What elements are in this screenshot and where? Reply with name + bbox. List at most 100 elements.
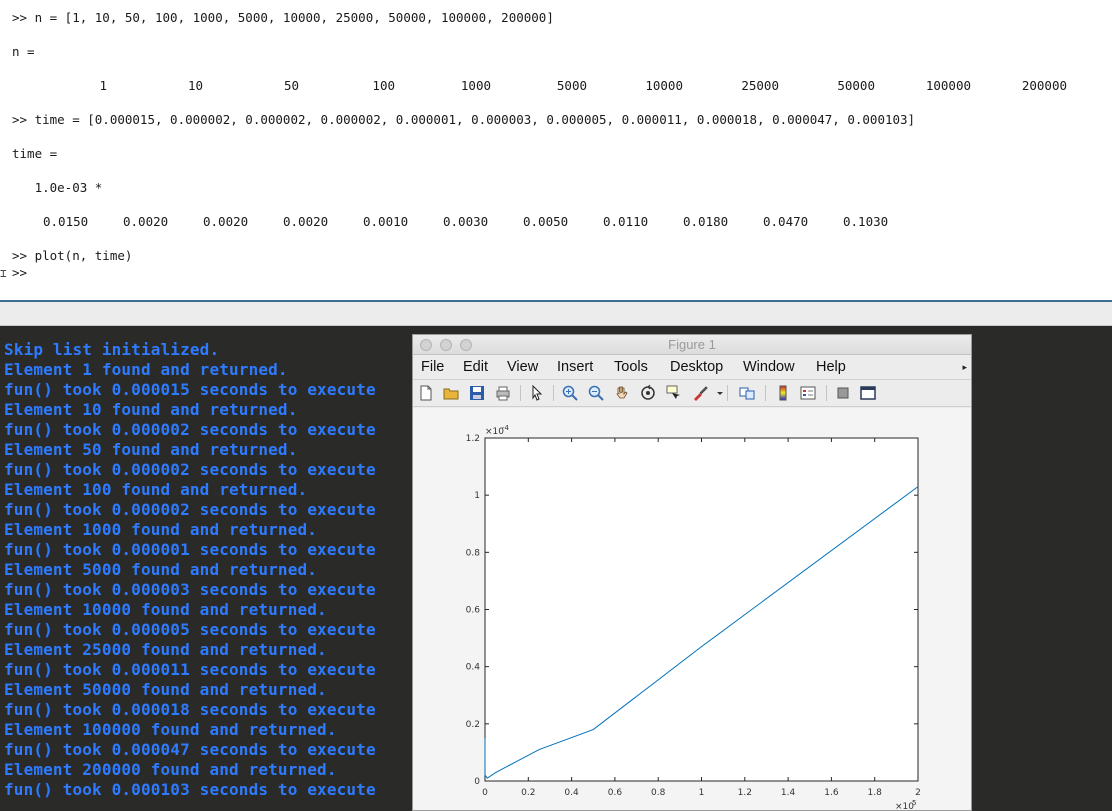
console-scale-factor: 1.0e-03 * <box>12 180 103 195</box>
data-cursor-icon[interactable] <box>665 384 683 402</box>
figure-toolbar <box>413 380 971 407</box>
terminal-line: Element 50 found and returned. <box>4 440 298 459</box>
terminal-line: Element 1 found and returned. <box>4 360 288 379</box>
menu-tools[interactable]: Tools <box>614 359 648 375</box>
menu-help[interactable]: Help <box>816 359 846 375</box>
n-value: 10 <box>187 78 203 93</box>
toolbar-separator <box>520 385 521 401</box>
x-tick-label: 0 <box>482 788 488 798</box>
x-tick-label: 1 <box>699 788 705 798</box>
x-tick-label: 0.8 <box>651 788 666 798</box>
figure-menubar: File Edit View Insert Tools Desktop Wind… <box>413 356 971 380</box>
menu-edit[interactable]: Edit <box>463 359 488 375</box>
matlab-command-window[interactable]: >> n = [1, 10, 50, 100, 1000, 5000, 1000… <box>0 0 1112 302</box>
time-value: 0.0050 <box>523 214 569 229</box>
console-time-values: 0.0150 0.0020 0.0020 0.0020 0.0010 0.0030 0.00… <box>0 214 1112 230</box>
menu-insert[interactable]: Insert <box>557 359 593 375</box>
legend-icon[interactable] <box>799 384 817 402</box>
time-value: 0.0010 <box>363 214 409 229</box>
n-value: 50 <box>283 78 299 93</box>
terminal-line: Element 100000 found and returned. <box>4 720 337 739</box>
n-value: 5000 <box>556 78 587 93</box>
n-value: 100 <box>372 78 395 93</box>
terminal-line: fun() took 0.000015 seconds to execute <box>4 380 376 399</box>
x-tick-label: 2 <box>915 788 921 798</box>
x-tick-label: 1.6 <box>824 788 839 798</box>
time-value: 0.1030 <box>843 214 889 229</box>
console-prompt[interactable]: >> <box>12 265 27 281</box>
n-value: 1 <box>99 78 107 93</box>
time-value: 0.0110 <box>603 214 649 229</box>
terminal-output: Skip list initialized. Element 1 found an… <box>4 340 376 800</box>
terminal-line: fun() took 0.000103 seconds to execute <box>4 780 376 799</box>
brush-icon[interactable] <box>691 384 709 402</box>
rotate-3d-icon[interactable] <box>639 384 657 402</box>
n-value: 1000 <box>460 78 491 93</box>
pointer-icon[interactable] <box>528 384 546 402</box>
menu-overflow-icon[interactable]: ▸ <box>962 362 967 373</box>
x-tick-label: 0.2 <box>521 788 535 798</box>
axes-box[interactable] <box>484 437 919 782</box>
colorbar-icon[interactable] <box>774 384 792 402</box>
terminal-line: fun() took 0.000011 seconds to execute <box>4 660 376 679</box>
terminal-line: Element 10000 found and returned. <box>4 600 327 619</box>
terminal-line: fun() took 0.000018 seconds to execute <box>4 700 376 719</box>
time-value: 0.0470 <box>763 214 809 229</box>
terminal-line: fun() took 0.000002 seconds to execute <box>4 500 376 519</box>
terminal-line: fun() took 0.000003 seconds to execute <box>4 580 376 599</box>
console-time-command: >> time = [0.000015, 0.000002, 0.000002,… <box>12 112 916 127</box>
menu-window[interactable]: Window <box>743 359 795 375</box>
console-n-values: 1 10 50 100 1000 5000 10000 25000 50000 100000 200… <box>0 78 1112 94</box>
show-plot-tools-icon[interactable] <box>859 384 877 402</box>
time-value: 0.0180 <box>683 214 729 229</box>
y-tick-label: 1.2 <box>466 434 480 444</box>
terminal-line: Element 5000 found and returned. <box>4 560 318 579</box>
menu-view[interactable]: View <box>507 359 538 375</box>
y-tick-label: 1 <box>474 491 480 501</box>
y-axis-exponent: -4 <box>502 424 510 432</box>
n-value: 25000 <box>741 78 779 93</box>
plot-area[interactable]: 0 0.2 0.4 0.6 0.8 1 1.2 1.4 1.6 1.8 2 0 0.2 0.4 0.6 0.8… <box>413 408 971 811</box>
n-value: 50000 <box>837 78 875 93</box>
menu-file[interactable]: File <box>421 359 444 375</box>
menu-desktop[interactable]: Desktop <box>670 359 723 375</box>
x-tick-label: 1.2 <box>738 788 752 798</box>
terminal-line: fun() took 0.000002 seconds to execute <box>4 460 376 479</box>
terminal-line: fun() took 0.000005 seconds to execute <box>4 620 376 639</box>
toolbar-separator <box>553 385 554 401</box>
x-axis-exponent: 5 <box>912 799 916 807</box>
time-value: 0.0150 <box>43 214 89 229</box>
toolbar-separator <box>765 385 766 401</box>
zoom-in-icon[interactable] <box>561 384 579 402</box>
time-value: 0.0020 <box>203 214 249 229</box>
pane-separator <box>0 302 1112 326</box>
figure-canvas[interactable]: 0 0.2 0.4 0.6 0.8 1 1.2 1.4 1.6 1.8 2 0 0.2 0.4 0.6 0.8… <box>413 408 971 811</box>
save-icon[interactable] <box>468 384 486 402</box>
console-plot-command: >> plot(n, time) <box>12 248 133 263</box>
text-cursor-icon: ⌶ <box>0 267 7 280</box>
figure-title: Figure 1 <box>668 337 716 352</box>
console-n-output-label: n = <box>12 44 35 59</box>
console-n-command: >> n = [1, 10, 50, 100, 1000, 5000, 1000… <box>12 10 554 25</box>
link-plot-icon[interactable] <box>738 384 756 402</box>
pan-hand-icon[interactable] <box>613 384 631 402</box>
terminal-line: Element 1000 found and returned. <box>4 520 318 539</box>
toolbar-separator <box>727 385 728 401</box>
hide-plot-tools-icon[interactable] <box>834 384 852 402</box>
print-icon[interactable] <box>494 384 512 402</box>
figure-titlebar[interactable]: Figure 1 <box>413 335 971 355</box>
terminal-line: Skip list initialized. <box>4 340 220 359</box>
n-value: 10000 <box>645 78 683 93</box>
y-tick-label: 0 <box>474 777 480 787</box>
brush-dropdown-icon[interactable] <box>711 384 723 402</box>
toolbar-separator <box>826 385 827 401</box>
n-value: 100000 <box>925 78 971 93</box>
figure-window[interactable]: Figure 1 File Edit View Insert Tools Des… <box>412 334 972 811</box>
y-tick-label: 0.6 <box>466 606 481 616</box>
terminal-line: Element 25000 found and returned. <box>4 640 327 659</box>
open-file-icon[interactable] <box>442 384 460 402</box>
time-value: 0.0030 <box>443 214 489 229</box>
new-figure-icon[interactable] <box>417 384 435 402</box>
zoom-out-icon[interactable] <box>587 384 605 402</box>
x-tick-label: 0.4 <box>564 788 579 798</box>
